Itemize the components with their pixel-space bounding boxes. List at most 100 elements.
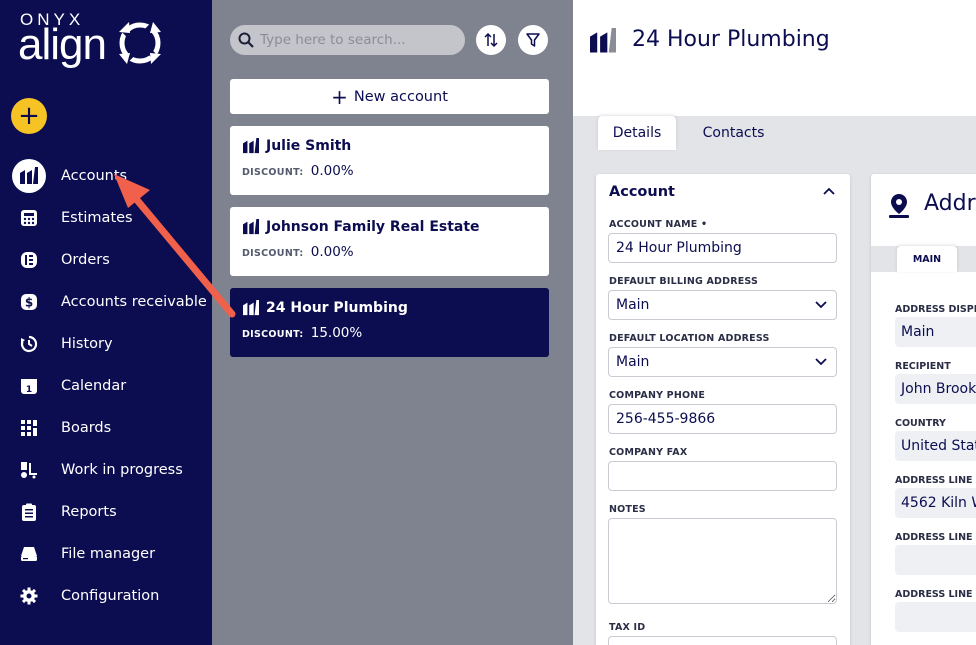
country-field[interactable]: United State bbox=[895, 431, 976, 461]
sidebar-item-work-in-progress[interactable]: Work in progress bbox=[0, 449, 212, 491]
sidebar-item-calendar[interactable]: 1 Calendar bbox=[0, 365, 212, 407]
discount-value: 0.00% bbox=[310, 244, 354, 260]
discount-label: DISCOUNT: bbox=[242, 167, 304, 178]
new-account-label: New account bbox=[353, 88, 448, 105]
address-line-1-field[interactable]: 4562 Kiln W bbox=[895, 488, 976, 518]
sidebar-item-label: Accounts receivable bbox=[61, 294, 207, 310]
sidebar-item-label: Reports bbox=[61, 504, 117, 520]
sidebar-item-history[interactable]: History bbox=[0, 323, 212, 365]
onyx-align-logo[interactable]: ONYX align bbox=[18, 10, 178, 80]
address-line-3-label: ADDRESS LINE 3 bbox=[895, 589, 976, 600]
calculator-icon bbox=[12, 201, 46, 235]
address-line-2-label: ADDRESS LINE 2 bbox=[895, 532, 976, 543]
tab-contacts[interactable]: Contacts bbox=[691, 116, 776, 150]
sidebar-item-label: File manager bbox=[61, 546, 156, 562]
address-panel: Addr MAIN ADDRESS DISPLA Main RECIPIENT … bbox=[871, 174, 976, 645]
search-input[interactable] bbox=[260, 32, 455, 48]
address-display-label: ADDRESS DISPLA bbox=[895, 304, 976, 315]
account-name: Johnson Family Real Estate bbox=[266, 219, 480, 235]
address-heading: Addr bbox=[924, 191, 976, 216]
sidebar-item-label: Accounts bbox=[61, 168, 128, 184]
new-account-button[interactable]: + New account bbox=[230, 79, 549, 114]
location-address-value: Main bbox=[616, 354, 650, 370]
tab-main[interactable]: MAIN bbox=[897, 246, 957, 272]
search-box[interactable] bbox=[230, 25, 465, 55]
tax-id-field[interactable] bbox=[608, 636, 837, 645]
history-icon bbox=[12, 327, 46, 361]
sidebar-item-label: Boards bbox=[61, 420, 112, 436]
align-sync-icon bbox=[119, 22, 161, 64]
discount-value: 0.00% bbox=[310, 163, 354, 179]
country-label: COUNTRY bbox=[895, 418, 946, 429]
filter-icon bbox=[526, 33, 540, 47]
location-address-select[interactable]: Main bbox=[608, 347, 837, 377]
address-line-3-field[interactable] bbox=[895, 602, 976, 632]
address-line-2-field[interactable] bbox=[895, 545, 976, 575]
sidebar-nav: Accounts Estimates Orders $ Accounts rec… bbox=[0, 155, 212, 617]
sidebar-item-accounts-receivable[interactable]: $ Accounts receivable bbox=[0, 281, 212, 323]
clipboard-icon bbox=[12, 495, 46, 529]
billing-address-label: DEFAULT BILLING ADDRESS bbox=[609, 276, 759, 287]
work-in-progress-icon bbox=[12, 453, 46, 487]
gear-icon bbox=[12, 579, 46, 613]
discount-value: 15.00% bbox=[310, 325, 363, 341]
chevron-down-icon bbox=[815, 301, 827, 309]
discount-label: DISCOUNT: bbox=[242, 248, 304, 259]
sidebar-item-label: Configuration bbox=[61, 588, 160, 604]
main-header: 24 Hour Plumbing bbox=[573, 0, 976, 116]
svg-text:$: $ bbox=[25, 296, 33, 310]
orders-icon bbox=[12, 243, 46, 277]
sidebar-item-file-manager[interactable]: File manager bbox=[0, 533, 212, 575]
notes-label: NOTES bbox=[609, 504, 646, 515]
account-card-24-hour-plumbing[interactable]: 24 Hour Plumbing DISCOUNT: 15.00% bbox=[230, 288, 549, 357]
sidebar-item-estimates[interactable]: Estimates bbox=[0, 197, 212, 239]
sidebar-item-reports[interactable]: Reports bbox=[0, 491, 212, 533]
plus-icon: + bbox=[331, 84, 348, 109]
account-card-julie-smith[interactable]: Julie Smith DISCOUNT: 0.00% bbox=[230, 126, 549, 195]
recipient-label: RECIPIENT bbox=[895, 361, 951, 372]
factory-icon bbox=[243, 219, 259, 235]
page-title: 24 Hour Plumbing bbox=[632, 27, 830, 52]
address-line-1-label: ADDRESS LINE 1 bbox=[895, 475, 976, 486]
account-card-johnson-family-real-estate[interactable]: Johnson Family Real Estate DISCOUNT: 0.0… bbox=[230, 207, 549, 276]
account-name-field[interactable]: 24 Hour Plumbing bbox=[608, 233, 837, 263]
location-address-label: DEFAULT LOCATION ADDRESS bbox=[609, 333, 770, 344]
factory-icon bbox=[12, 159, 46, 193]
sidebar: ONYX align + Accounts Estimates Orders $… bbox=[0, 0, 212, 645]
billing-address-select[interactable]: Main bbox=[608, 290, 837, 320]
calendar-icon: 1 bbox=[12, 369, 46, 403]
filter-button[interactable] bbox=[518, 25, 548, 55]
factory-icon bbox=[243, 138, 259, 154]
sidebar-item-label: Work in progress bbox=[61, 462, 183, 478]
chevron-down-icon bbox=[815, 358, 827, 366]
notes-field[interactable] bbox=[608, 518, 837, 604]
company-phone-field[interactable]: 256-455-9866 bbox=[608, 404, 837, 434]
sidebar-item-label: History bbox=[61, 336, 113, 352]
company-fax-label: COMPANY FAX bbox=[609, 447, 688, 458]
logo-brand-main: align bbox=[18, 20, 107, 69]
add-button[interactable]: + bbox=[11, 98, 47, 134]
company-fax-field[interactable] bbox=[608, 461, 837, 491]
tab-details[interactable]: Details bbox=[598, 116, 676, 150]
recipient-field[interactable]: John Brooke bbox=[895, 374, 976, 404]
map-pin-icon bbox=[889, 194, 909, 218]
sidebar-item-orders[interactable]: Orders bbox=[0, 239, 212, 281]
panel-heading: Account bbox=[609, 184, 675, 200]
dollar-icon: $ bbox=[12, 285, 46, 319]
sidebar-item-label: Estimates bbox=[61, 210, 133, 226]
company-phone-label: COMPANY PHONE bbox=[609, 390, 706, 401]
discount-label: DISCOUNT: bbox=[242, 329, 304, 340]
billing-address-value: Main bbox=[616, 297, 650, 313]
sidebar-item-accounts[interactable]: Accounts bbox=[0, 155, 212, 197]
sort-button[interactable] bbox=[476, 25, 506, 55]
search-icon bbox=[238, 32, 254, 48]
address-display-field[interactable]: Main bbox=[895, 317, 976, 347]
chevron-up-icon[interactable] bbox=[822, 186, 836, 196]
account-name: Julie Smith bbox=[266, 138, 352, 154]
sidebar-item-boards[interactable]: Boards bbox=[0, 407, 212, 449]
account-name-label: ACCOUNT NAME • bbox=[609, 219, 708, 230]
sidebar-item-configuration[interactable]: Configuration bbox=[0, 575, 212, 617]
account-name: 24 Hour Plumbing bbox=[266, 300, 408, 316]
tax-id-label: TAX ID bbox=[609, 622, 646, 633]
account-panel: Account ACCOUNT NAME • 24 Hour Plumbing … bbox=[596, 174, 850, 645]
